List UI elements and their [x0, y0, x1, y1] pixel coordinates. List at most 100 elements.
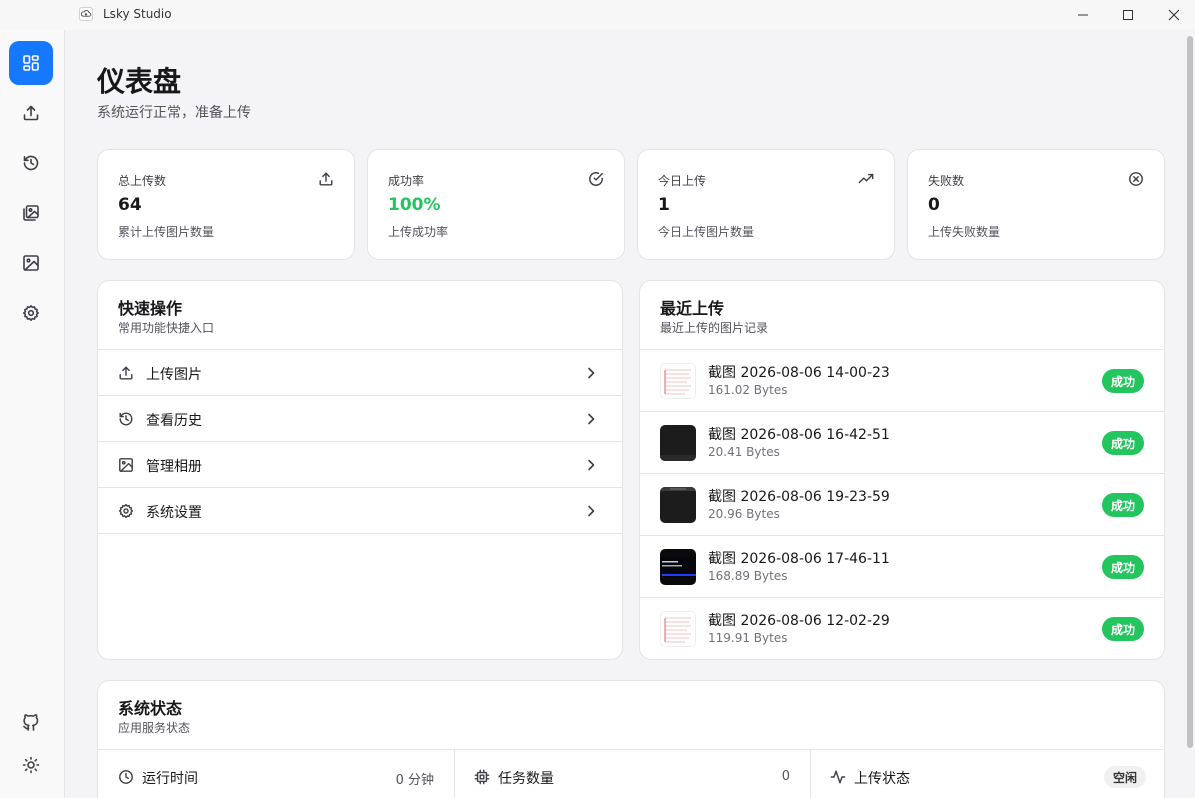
github-icon	[23, 714, 39, 731]
maximize-button[interactable]	[1113, 4, 1143, 26]
gallery-icon	[23, 205, 39, 221]
recent-upload-item[interactable]: 截图 2026-08-06 12-02-29 119.91 Bytes 成功	[640, 598, 1164, 659]
image-icon	[23, 255, 39, 271]
status-badge: 成功	[1101, 555, 1144, 579]
panel-title: 快速操作	[118, 299, 183, 318]
close-button[interactable]	[1159, 4, 1189, 26]
page-title: 仪表盘	[97, 65, 182, 98]
upload-filesize: 168.89 Bytes	[708, 569, 788, 583]
sidebar-item-settings[interactable]	[9, 291, 53, 335]
thumbnail-preview	[664, 369, 691, 395]
thumbnail-preview	[660, 455, 696, 461]
cpu-icon	[474, 769, 490, 785]
upload-thumbnail	[660, 425, 696, 461]
history-icon	[23, 155, 39, 171]
quick-action-label: 系统设置	[146, 505, 202, 521]
recent-upload-item[interactable]: 截图 2026-08-06 19-23-59 20.96 Bytes 成功	[640, 474, 1164, 536]
status-value: 0	[781, 769, 790, 784]
image-icon	[119, 458, 133, 472]
quick-action-history[interactable]: 查看历史	[98, 396, 622, 442]
panel-title: 最近上传	[660, 299, 725, 318]
trending-up-icon	[858, 173, 874, 184]
upload-filesize: 20.96 Bytes	[708, 507, 780, 521]
quick-action-label: 查看历史	[146, 413, 202, 429]
sidebar-item-images[interactable]	[9, 241, 53, 285]
panel-subtitle: 应用服务状态	[118, 721, 191, 735]
chevron-right-icon	[588, 505, 595, 517]
panel-title: 系统状态	[118, 699, 183, 718]
upload-thumbnail	[660, 487, 696, 523]
sidebar	[0, 30, 65, 798]
stat-card-success-rate: 成功率 100% 上传成功率	[367, 149, 625, 260]
minimize-button[interactable]	[1068, 4, 1098, 26]
quick-action-settings[interactable]: 系统设置	[98, 488, 622, 534]
upload-thumbnail	[660, 363, 696, 399]
quick-action-upload[interactable]: 上传图片	[98, 350, 622, 396]
status-uptime: 运行时间 0 分钟	[98, 749, 454, 798]
sidebar-item-gallery[interactable]	[9, 191, 53, 235]
thumbnail-preview	[664, 617, 691, 643]
stat-desc: 上传成功率	[388, 225, 449, 239]
upload-filesize: 161.02 Bytes	[708, 383, 788, 397]
quick-action-label: 管理相册	[146, 459, 202, 475]
upload-icon	[319, 172, 333, 186]
upload-thumbnail	[660, 611, 696, 647]
status-badge: 成功	[1101, 431, 1144, 455]
sidebar-item-dashboard[interactable]	[9, 41, 53, 85]
stat-label: 成功率	[388, 174, 425, 188]
stat-label: 总上传数	[118, 174, 167, 188]
panel-subtitle: 最近上传的图片记录	[660, 321, 769, 335]
status-label: 运行时间	[142, 771, 198, 787]
settings-icon	[118, 503, 134, 519]
thumbnail-preview	[660, 557, 696, 577]
chevron-right-icon	[588, 413, 595, 425]
recent-uploads-panel: 最近上传 最近上传的图片记录 截图 2026-08-06 14-00-23 16…	[639, 280, 1165, 660]
quick-actions-panel: 快速操作 常用功能快捷入口 上传图片 查看历史 管理相册 系统设置	[97, 280, 623, 660]
close-icon	[1168, 9, 1180, 21]
status-badge: 成功	[1101, 369, 1144, 393]
sun-icon	[22, 756, 40, 774]
title-bar: Lsky Studio	[0, 0, 1195, 30]
status-label: 上传状态	[854, 771, 910, 787]
main-content: 仪表盘 系统运行正常，准备上传 总上传数 64 累计上传图片数量 成功率 100…	[65, 30, 1187, 798]
recent-upload-item[interactable]: 截图 2026-08-06 14-00-23 161.02 Bytes 成功	[640, 350, 1164, 412]
upload-filename: 截图 2026-08-06 14-00-23	[708, 365, 890, 381]
stat-card-failures: 失败数 0 上传失败数量	[907, 149, 1165, 260]
status-badge: 成功	[1101, 493, 1144, 517]
activity-icon	[830, 770, 846, 784]
recent-upload-item[interactable]: 截图 2026-08-06 17-46-11 168.89 Bytes 成功	[640, 536, 1164, 598]
stat-desc: 今日上传图片数量	[658, 225, 755, 239]
theme-toggle-button[interactable]	[9, 743, 53, 787]
status-label: 任务数量	[498, 771, 554, 787]
panel-subtitle: 常用功能快捷入口	[118, 321, 215, 335]
status-upload-state: 上传状态 空闲	[810, 749, 1164, 798]
status-badge: 成功	[1101, 617, 1144, 641]
stat-value: 1	[658, 195, 670, 215]
upload-icon	[119, 366, 133, 380]
stat-card-total-uploads: 总上传数 64 累计上传图片数量	[97, 149, 355, 260]
sidebar-item-history[interactable]	[9, 141, 53, 185]
history-icon	[119, 412, 133, 426]
stat-value: 64	[118, 195, 142, 215]
upload-filename: 截图 2026-08-06 17-46-11	[708, 551, 890, 567]
quick-action-label: 上传图片	[146, 367, 202, 383]
github-button[interactable]	[9, 701, 53, 745]
stat-card-today-uploads: 今日上传 1 今日上传图片数量	[637, 149, 895, 260]
scrollbar[interactable]	[1187, 36, 1193, 748]
upload-icon	[23, 105, 39, 121]
sidebar-item-upload[interactable]	[9, 91, 53, 135]
stat-desc: 上传失败数量	[928, 225, 1001, 239]
quick-action-albums[interactable]: 管理相册	[98, 442, 622, 488]
upload-filename: 截图 2026-08-06 12-02-29	[708, 613, 890, 629]
status-task-count: 任务数量 0	[454, 749, 810, 798]
x-circle-icon	[1129, 172, 1143, 186]
window-title: Lsky Studio	[103, 7, 172, 21]
settings-icon	[23, 305, 39, 321]
stat-value: 100%	[388, 195, 441, 215]
recent-upload-item[interactable]: 截图 2026-08-06 16-42-51 20.41 Bytes 成功	[640, 412, 1164, 474]
stat-desc: 累计上传图片数量	[118, 225, 215, 239]
minimize-icon	[1078, 14, 1088, 16]
stat-value: 0	[928, 195, 940, 215]
system-status-panel: 系统状态 应用服务状态 运行时间 0 分钟 任务数量 0 上传状态 空闲	[97, 680, 1165, 798]
thumbnail-preview	[660, 487, 696, 491]
